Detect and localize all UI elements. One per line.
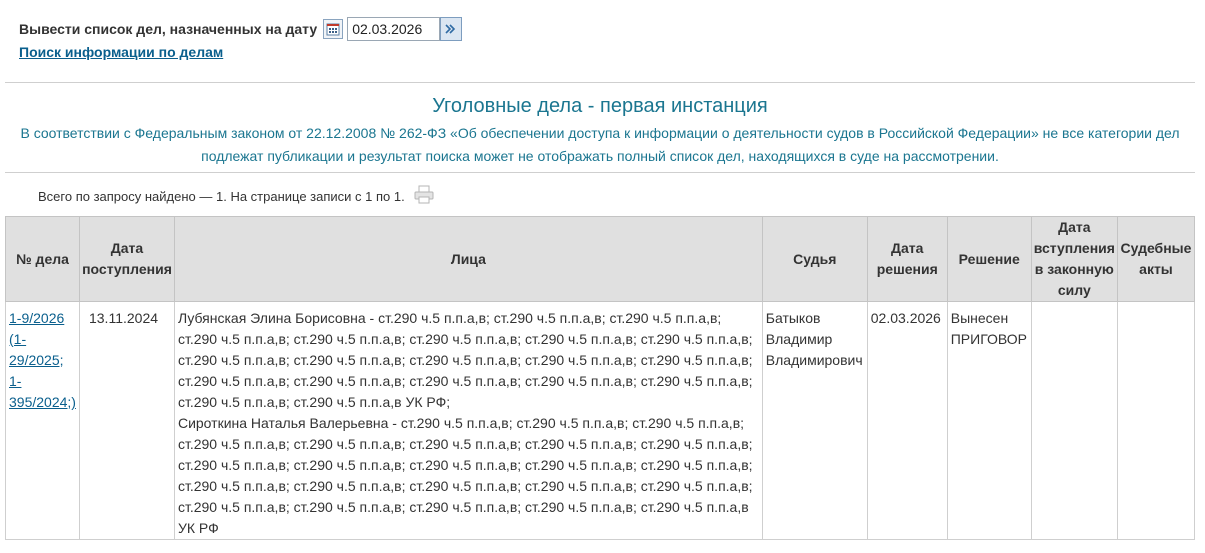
- effective-date-cell: [1030, 301, 1118, 540]
- persons-cell: Лубянская Элина Борисовна - ст.290 ч.5 п…: [173, 301, 763, 540]
- decision-cell: Вынесен ПРИГОВОР: [946, 301, 1032, 540]
- decision-date-cell: 02.03.2026: [866, 301, 948, 540]
- case-number-link[interactable]: 1-9/2026 (1-29/2025; 1-395/2024;): [9, 310, 76, 410]
- date-filter-panel: Вывести список дел, назначенных на дату …: [19, 14, 463, 60]
- header-effective-date[interactable]: Дата вступления в законную силу: [1030, 216, 1118, 302]
- table-row: 1-9/2026 (1-29/2025; 1-395/2024;) 13.11.…: [5, 301, 1196, 540]
- person-entry: Сироткина Наталья Валерьевна - ст.290 ч.…: [177, 415, 753, 536]
- legal-notice: В соответствии с Федеральным законом от …: [20, 125, 1180, 164]
- date-input[interactable]: [347, 17, 441, 41]
- header-judicial-acts[interactable]: Судебные акты: [1116, 216, 1196, 302]
- arrow-right-icon: [445, 24, 456, 34]
- show-by-date-button[interactable]: [440, 17, 463, 41]
- judicial-acts-cell: [1116, 301, 1196, 540]
- case-search-link[interactable]: Поиск информации по делам: [19, 44, 462, 60]
- case-number-cell: 1-9/2026 (1-29/2025; 1-395/2024;): [5, 301, 80, 540]
- header-decision-date[interactable]: Дата решения: [866, 216, 948, 302]
- cases-table: № дела Дата поступления Лица Судья Дата …: [5, 216, 1196, 540]
- page-title: Уголовные дела - первая инстанция: [432, 95, 768, 117]
- judge-cell: Батыков Владимир Владимирович: [761, 301, 868, 540]
- header-judge[interactable]: Судья: [761, 216, 868, 302]
- table-header-row: № дела Дата поступления Лица Судья Дата …: [5, 216, 1196, 302]
- header-decision[interactable]: Решение: [946, 216, 1032, 302]
- header-persons[interactable]: Лица: [173, 216, 763, 302]
- results-summary: Всего по запросу найдено — 1. На страниц…: [38, 189, 405, 204]
- person-entry: Лубянская Элина Борисовна - ст.290 ч.5 п…: [177, 310, 753, 410]
- date-filter-label: Вывести список дел, назначенных на дату: [19, 21, 318, 37]
- printer-icon[interactable]: [413, 185, 435, 208]
- date-filter-row: Вывести список дел, назначенных на дату: [19, 14, 463, 44]
- header-received-date[interactable]: Дата поступления: [78, 216, 175, 302]
- divider: [5, 82, 1195, 83]
- received-date-cell: 13.11.2024: [78, 301, 175, 540]
- divider: [5, 172, 1195, 173]
- calendar-icon[interactable]: [323, 19, 344, 39]
- results-summary-row: Всего по запросу найдено — 1. На страниц…: [38, 185, 435, 208]
- header-case-number[interactable]: № дела: [5, 216, 80, 302]
